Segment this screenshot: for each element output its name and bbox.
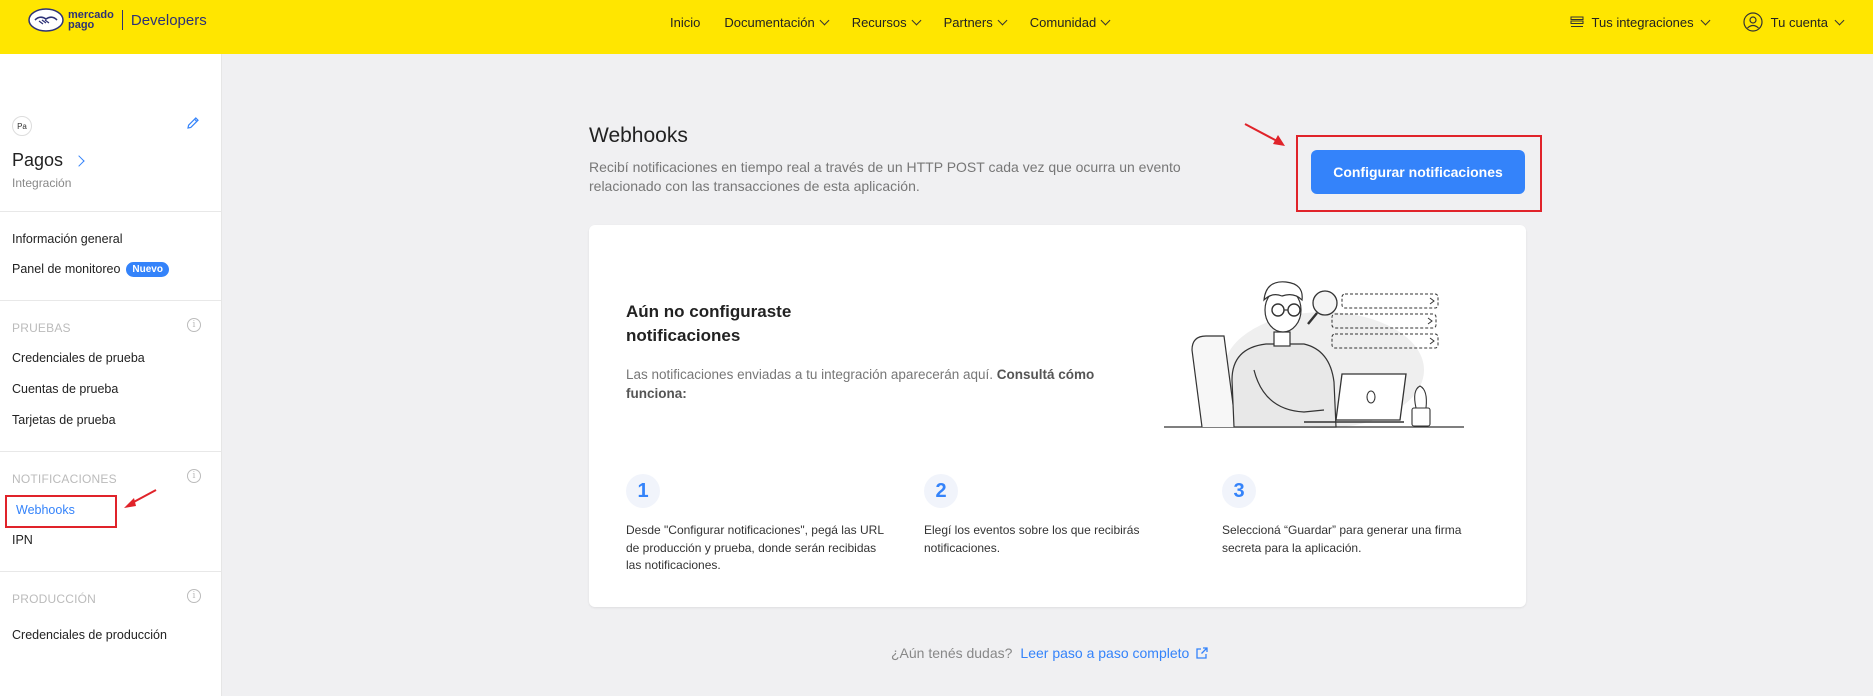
sidebar-item-credenciales-produccion[interactable]: Credenciales de producción <box>12 628 167 642</box>
mercado-pago-logo[interactable]: mercado pago Developers <box>28 8 207 32</box>
sidebar-item-credenciales-prueba[interactable]: Credenciales de prueba <box>12 351 145 365</box>
account-label: Tu cuenta <box>1770 14 1828 30</box>
brand-wordmark: mercado pago <box>68 10 114 31</box>
step-number: 2 <box>924 474 958 508</box>
link-label: Leer paso a paso completo <box>1020 645 1190 661</box>
nav-inicio[interactable]: Inicio <box>670 15 700 30</box>
app-name[interactable]: Pagos <box>12 150 85 171</box>
section-produccion: PRODUCCIÓN <box>12 592 97 606</box>
sidebar-item-informacion-general[interactable]: Información general <box>12 232 122 246</box>
step-2: 2 Elegí los eventos sobre los que recibi… <box>924 474 1154 557</box>
step-text: Elegí los eventos sobre los que recibirá… <box>924 523 1140 555</box>
chevron-down-icon <box>911 15 922 26</box>
nav-documentacion[interactable]: Documentación <box>724 15 830 30</box>
empty-state-card: Aún no configuraste notificaciones Las n… <box>589 225 1526 607</box>
user-icon <box>1743 12 1763 32</box>
nav-label: Partners <box>943 15 993 30</box>
top-bar: mercado pago Developers Inicio Documenta… <box>0 0 1873 54</box>
sidebar-item-tarjetas-prueba[interactable]: Tarjetas de prueba <box>12 413 116 427</box>
chevron-down-icon <box>819 15 830 26</box>
integrations-menu[interactable]: Tus integraciones <box>1570 14 1711 30</box>
divider <box>0 571 221 572</box>
divider <box>0 451 221 452</box>
sidebar: Pa Pagos Integración Información general… <box>0 54 222 696</box>
new-badge: Nuevo <box>126 262 169 277</box>
sidebar-item-cuentas-prueba[interactable]: Cuentas de prueba <box>12 382 118 396</box>
configure-notifications-button[interactable]: Configurar notificaciones <box>1311 150 1525 194</box>
nav-label: Documentación <box>724 15 815 30</box>
nav-label: Comunidad <box>1029 15 1097 30</box>
info-icon[interactable]: i <box>187 589 201 603</box>
pencil-icon[interactable] <box>186 116 200 130</box>
step-text: Seleccioná “Guardar” para generar una fi… <box>1222 523 1462 555</box>
nav-partners[interactable]: Partners <box>943 15 1008 30</box>
divider <box>0 211 221 212</box>
info-icon[interactable]: i <box>187 318 201 332</box>
developer-laptop-illustration <box>1164 281 1464 428</box>
empty-desc-text: Las notificaciones enviadas a tu integra… <box>626 367 997 382</box>
external-link-icon <box>1196 647 1208 659</box>
handshake-logo-icon <box>28 8 64 32</box>
brand-line2: pago <box>68 19 95 31</box>
empty-state-title: Aún no configuraste notificaciones <box>626 302 792 345</box>
sidebar-item-panel-monitoreo[interactable]: Panel de monitoreo Nuevo <box>12 262 169 277</box>
annotation-arrow-icon <box>1244 123 1285 146</box>
account-menu[interactable]: Tu cuenta <box>1743 12 1845 32</box>
nav-comunidad[interactable]: Comunidad <box>1029 15 1111 30</box>
section-pruebas: PRUEBAS <box>12 321 71 335</box>
chevron-down-icon <box>997 15 1008 26</box>
step-1: 1 Desde "Configurar notificaciones", peg… <box>626 474 886 575</box>
annotation-box-webhooks <box>5 495 117 528</box>
divider <box>0 300 221 301</box>
step-by-step-link[interactable]: Leer paso a paso completo <box>1020 645 1209 661</box>
top-nav: Inicio Documentación Recursos Partners C… <box>670 15 1111 30</box>
nav-label: Inicio <box>670 15 701 30</box>
nav-label: Recursos <box>851 15 907 30</box>
app-name-text: Pagos <box>12 150 64 170</box>
sidebar-item-label: Panel de monitoreo <box>12 262 121 276</box>
nav-recursos[interactable]: Recursos <box>851 15 922 30</box>
step-3: 3 Seleccioná “Guardar” para generar una … <box>1222 474 1492 557</box>
chevron-right-icon <box>73 154 85 167</box>
help-footer: ¿Aún tenés dudas? Leer paso a paso compl… <box>891 645 1209 661</box>
integrations-label: Tus integraciones <box>1591 14 1694 30</box>
step-number: 3 <box>1222 474 1256 508</box>
step-number: 1 <box>626 474 660 508</box>
chevron-down-icon <box>1834 15 1845 25</box>
app-type: Integración <box>12 176 72 190</box>
logo-divider <box>121 10 123 30</box>
list-icon <box>1570 16 1584 27</box>
empty-state-description: Las notificaciones enviadas a tu integra… <box>626 365 1116 403</box>
page-description: Recibí notificaciones en tiempo real a t… <box>589 159 1181 194</box>
chevron-down-icon <box>1700 15 1711 25</box>
section-notificaciones: NOTIFICACIONES <box>12 472 117 486</box>
page-title: Webhooks <box>589 124 688 147</box>
brand-product: Developers <box>130 11 207 29</box>
app-avatar: Pa <box>12 116 32 136</box>
annotation-arrow-icon <box>124 489 157 508</box>
info-icon[interactable]: i <box>187 469 201 483</box>
chevron-down-icon <box>1100 15 1111 26</box>
help-question: ¿Aún tenés dudas? <box>891 645 1013 661</box>
sidebar-item-ipn[interactable]: IPN <box>12 533 33 547</box>
step-text: Desde "Configurar notificaciones", pegá … <box>626 523 884 572</box>
header-actions: Tus integraciones Tu cuenta <box>1570 12 1845 32</box>
